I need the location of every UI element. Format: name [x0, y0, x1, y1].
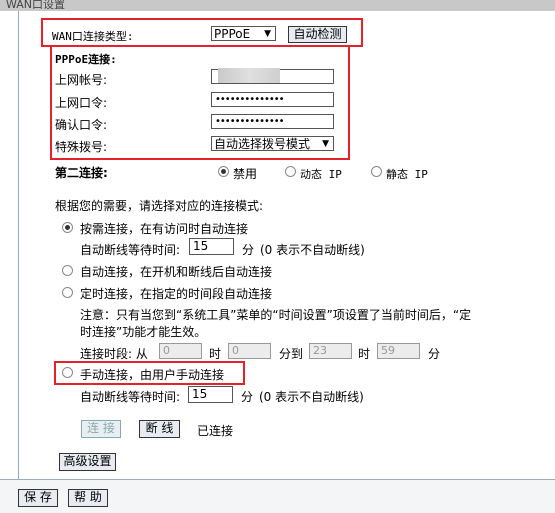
- period-from-hour-input[interactable]: 0: [159, 343, 202, 359]
- period-label: 连接时段: 从: [80, 347, 148, 361]
- auto-detect-button[interactable]: 自动检测: [288, 26, 347, 43]
- help-button[interactable]: 帮 助: [68, 489, 108, 507]
- period-to-hour-input[interactable]: 23: [309, 343, 352, 359]
- auto-connect-label: 自动连接，在开机和断线后自动连接: [80, 265, 273, 279]
- period-minute-text: 分: [428, 347, 441, 361]
- secondary-static-ip-label: 静态 IP: [386, 168, 428, 181]
- manual-connect-radio[interactable]: [62, 367, 73, 378]
- frame-border-left: [18, 11, 19, 479]
- idle-time-input[interactable]: 15: [189, 238, 234, 255]
- pppoe-heading: PPPoE连接:: [55, 53, 117, 66]
- connection-status: 已连接: [197, 424, 234, 438]
- account-value-blurred: [218, 68, 280, 83]
- idle-time-note: (0 表示不自动断线): [260, 243, 365, 257]
- period-from-minute-input[interactable]: 0: [228, 343, 271, 359]
- connect-button[interactable]: 连 接: [81, 420, 121, 438]
- special-dial-select[interactable]: 自动选择拨号模式 ▼: [211, 136, 334, 151]
- special-dial-value: 自动选择拨号模式: [214, 137, 311, 151]
- secondary-dynamic-ip-label: 动态 IP: [300, 168, 342, 181]
- password-input[interactable]: ••••••••••••••: [211, 92, 334, 107]
- disconnect-button[interactable]: 断 线: [139, 420, 180, 438]
- manual-idle-time-label: 自动断线等待时间:: [80, 390, 181, 404]
- password-label: 上网口令:: [55, 96, 108, 110]
- manual-idle-time-note: (0 表示不自动断线): [259, 390, 364, 404]
- timed-note-line1: 注意：只有当您到“系统工具”菜单的“时间设置”项设置了当前时间后，“定: [80, 308, 472, 322]
- idle-time-unit: 分: [242, 243, 255, 257]
- timed-connect-label: 定时连接，在指定的时间段自动连接: [80, 287, 273, 301]
- on-demand-label: 按需连接，在有访问时自动连接: [80, 222, 249, 236]
- mode-intro: 根据您的需要，请选择对应的连接模式:: [55, 199, 264, 213]
- secondary-static-ip-radio[interactable]: [371, 166, 382, 177]
- period-to-minute-input[interactable]: 59: [377, 343, 420, 359]
- manual-idle-time-unit: 分: [241, 390, 254, 404]
- manual-idle-time-input[interactable]: 15: [188, 386, 233, 403]
- timed-connect-radio[interactable]: [62, 287, 73, 298]
- save-button[interactable]: 保 存: [18, 489, 58, 507]
- secondary-connection-label: 第二连接:: [55, 166, 108, 180]
- special-dial-label: 特殊拨号:: [55, 140, 108, 154]
- period-hour-text: 时: [209, 347, 222, 361]
- chevron-down-icon: ▼: [264, 29, 271, 39]
- on-demand-radio[interactable]: [62, 222, 73, 233]
- advanced-settings-button[interactable]: 高级设置: [59, 453, 116, 471]
- period-hour-text-2: 时: [358, 347, 371, 361]
- secondary-disabled-label: 禁用: [233, 167, 258, 181]
- auto-connect-radio[interactable]: [62, 265, 73, 276]
- period-to-text: 分到: [279, 347, 304, 361]
- wan-type-value: PPPoE: [214, 27, 251, 41]
- wan-type-select[interactable]: PPPoE ▼: [211, 26, 276, 41]
- page-title: WAN口设置: [6, 0, 66, 11]
- idle-time-label: 自动断线等待时间:: [80, 243, 181, 257]
- window-title-bar: WAN口设置: [0, 0, 555, 11]
- confirm-password-input[interactable]: ••••••••••••••: [211, 114, 334, 129]
- wan-type-label: WAN口连接类型:: [52, 30, 134, 43]
- confirm-password-label: 确认口令:: [55, 118, 108, 132]
- secondary-dynamic-ip-radio[interactable]: [285, 166, 296, 177]
- manual-connect-label: 手动连接，由用户手动连接: [80, 368, 225, 382]
- timed-note-line2: 时连接”功能才能生效。: [80, 325, 207, 339]
- chevron-down-icon: ▼: [322, 139, 329, 149]
- secondary-disabled-radio[interactable]: [218, 166, 229, 177]
- account-label: 上网帐号:: [55, 73, 108, 87]
